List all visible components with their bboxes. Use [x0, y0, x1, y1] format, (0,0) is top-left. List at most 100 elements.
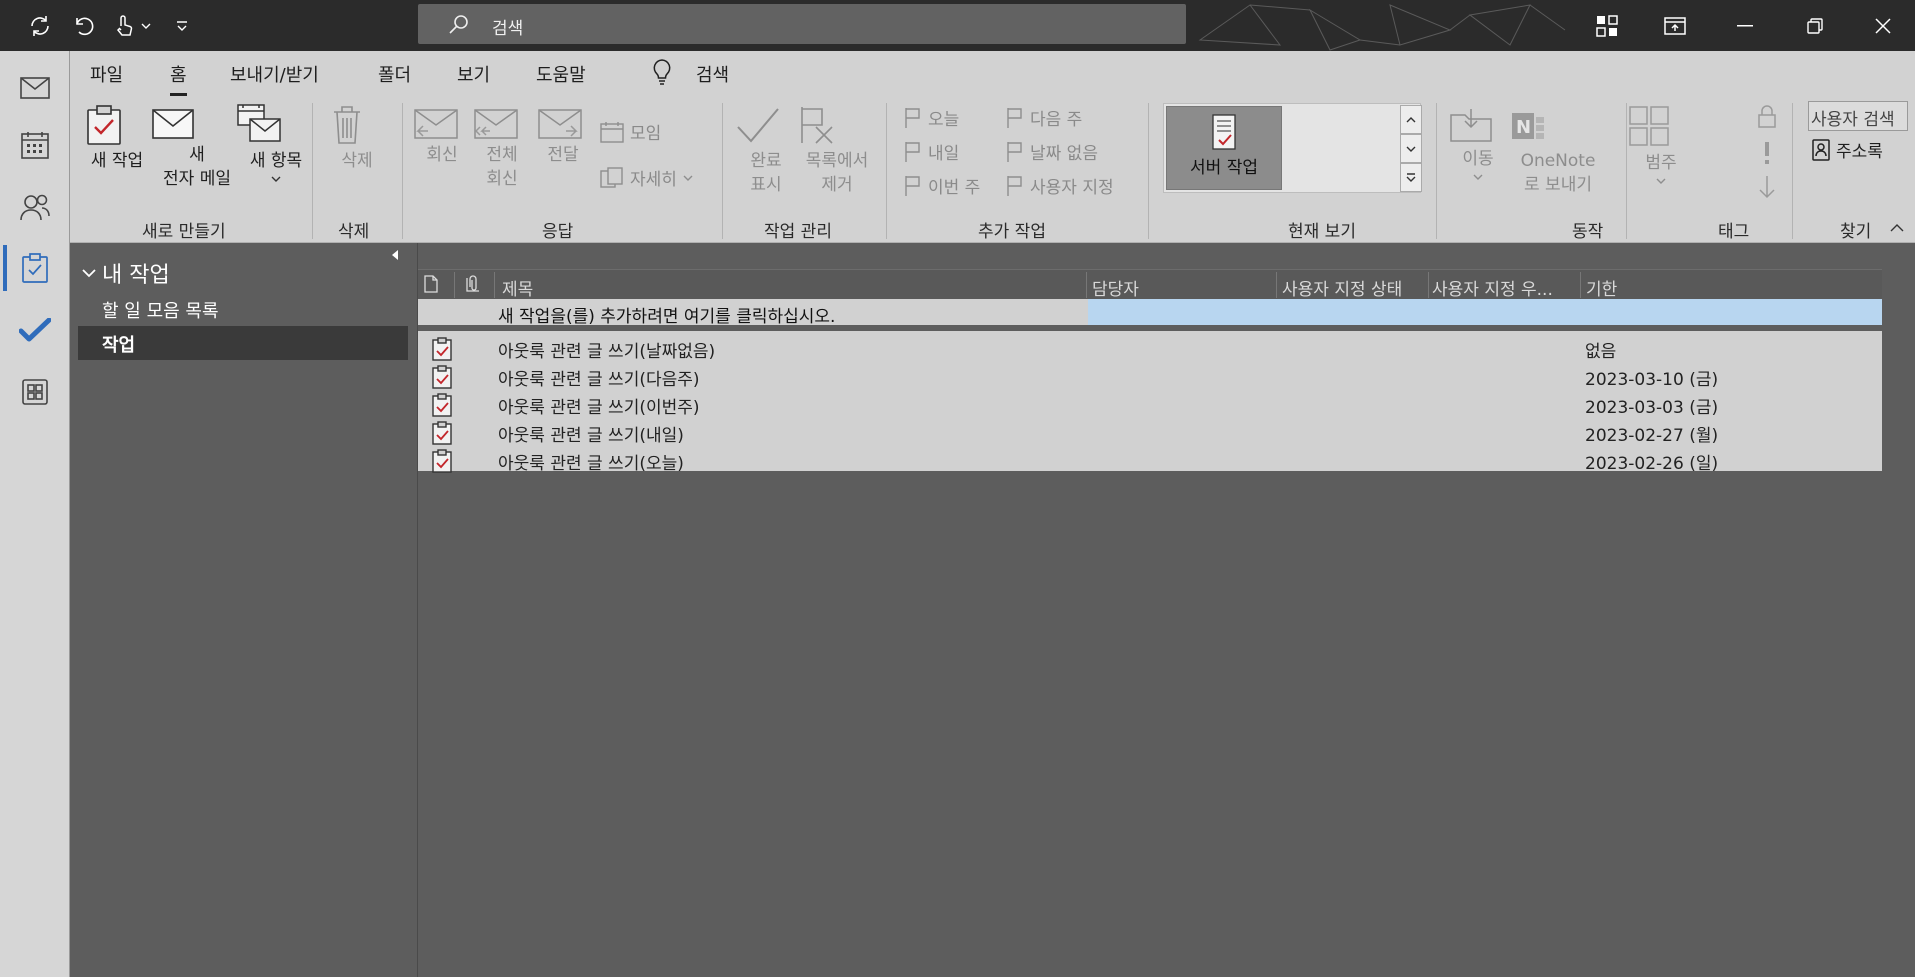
column-custom-status[interactable]: 사용자 지정 상태 — [1282, 275, 1402, 300]
flag-custom-button[interactable]: 사용자 지정 — [1006, 173, 1114, 198]
move-button[interactable]: 이동 — [1450, 107, 1506, 185]
reply-button[interactable]: 회신 — [414, 109, 470, 167]
my-tasks-title: 내 작업 — [102, 263, 170, 288]
more-respond-icon — [600, 166, 624, 189]
group-separator — [1436, 103, 1437, 239]
sync-icon[interactable] — [22, 0, 58, 51]
delete-button[interactable]: 삭제 — [332, 105, 382, 173]
flag-no-date-button[interactable]: 날짜 없음 — [1006, 139, 1098, 164]
mail-nav-button[interactable] — [0, 59, 70, 117]
remove-from-list-button[interactable]: 목록에서 제거 — [796, 105, 878, 197]
apps-nav-button[interactable] — [0, 363, 70, 421]
group-label-respond: 응답 — [542, 222, 574, 242]
task-icon — [432, 337, 452, 361]
tab-send-receive[interactable]: 보내기/받기 — [230, 61, 319, 87]
group-label-find: 찾기 — [1840, 222, 1872, 242]
lightbulb-icon[interactable] — [652, 59, 672, 85]
document-icon[interactable] — [424, 275, 438, 293]
flag-this-week-button[interactable]: 이번 주 — [904, 173, 980, 198]
tasks-nav-button[interactable] — [0, 239, 70, 297]
new-task-prompt[interactable]: 새 작업을(를) 추가하려면 여기를 클릭하십시오. — [498, 302, 835, 327]
low-importance-icon[interactable] — [1758, 175, 1776, 199]
new-items-button[interactable]: 새 항목 — [236, 103, 316, 187]
task-subject: 아웃룩 관련 글 쓰기(이번주) — [498, 398, 700, 418]
task-due-date: 2023-02-26 (일) — [1585, 454, 1719, 474]
flag-today-button[interactable]: 오늘 — [904, 105, 959, 130]
table-row[interactable]: 아웃룩 관련 글 쓰기(이번주) 2023-03-03 (금) — [418, 391, 1882, 419]
flag-tomorrow-button[interactable]: 내일 — [904, 139, 959, 164]
people-nav-button[interactable] — [0, 178, 70, 236]
tab-file[interactable]: 파일 — [90, 61, 123, 87]
gallery-expand[interactable] — [1400, 163, 1422, 192]
task-subject: 아웃룩 관련 글 쓰기(날짜없음) — [498, 342, 716, 362]
tell-me-search[interactable]: 검색 — [696, 61, 729, 87]
send-to-onenote-button[interactable]: N OneNote 로 보내기 — [1508, 111, 1608, 197]
group-separator — [722, 103, 723, 239]
column-owner[interactable]: 담당자 — [1092, 275, 1139, 300]
navigation-rail — [0, 51, 70, 977]
column-custom-priority[interactable]: 사용자 지정 우... — [1432, 275, 1553, 300]
table-row[interactable]: 아웃룩 관련 글 쓰기(내일) 2023-02-27 (월) — [418, 419, 1882, 447]
flag-icon — [1006, 175, 1024, 197]
undo-icon[interactable] — [66, 0, 102, 51]
title-bar: 검색 — [0, 0, 1915, 51]
server-tasks-view[interactable]: 서버 작업 — [1166, 106, 1282, 190]
reply-icon — [414, 109, 470, 139]
server-tasks-icon — [1209, 113, 1239, 151]
calendar-nav-button[interactable] — [0, 116, 70, 174]
address-book-button[interactable]: 주소록 — [1812, 137, 1883, 162]
table-row[interactable]: 아웃룩 관련 글 쓰기(날짜없음) 없음 — [418, 335, 1882, 363]
folder-tasks-selected[interactable]: 작업 — [78, 326, 408, 360]
attachment-icon[interactable] — [466, 275, 480, 293]
column-due-date[interactable]: 기한 — [1586, 275, 1617, 300]
touch-mode-icon[interactable] — [106, 0, 142, 51]
forward-button[interactable]: 전달 — [538, 109, 588, 167]
gallery-scroll-up[interactable] — [1400, 105, 1422, 134]
customize-toolbar-icon[interactable] — [170, 0, 194, 51]
new-task-row[interactable]: 새 작업을(를) 추가하려면 여기를 클릭하십시오. — [418, 299, 1882, 327]
ribbon-display-options-icon[interactable] — [1660, 0, 1690, 51]
my-tasks-header[interactable]: 내 작업 — [82, 257, 170, 289]
new-task-button[interactable]: 새 작업 — [86, 105, 148, 173]
minimize-icon[interactable] — [1730, 0, 1760, 51]
folder-todo-list[interactable]: 할 일 모음 목록 — [102, 297, 219, 323]
column-subject[interactable]: 제목 — [502, 275, 533, 300]
search-box[interactable]: 검색 — [418, 4, 1186, 44]
restore-icon[interactable] — [1800, 0, 1830, 51]
todo-nav-button[interactable] — [0, 301, 70, 359]
forward-label: 전달 — [547, 145, 579, 165]
new-email-button[interactable]: 새 전자 메일 — [152, 109, 242, 191]
tab-help[interactable]: 도움말 — [536, 61, 586, 87]
move-folder-icon — [1450, 107, 1506, 143]
coauthoring-icon[interactable] — [1592, 0, 1622, 51]
tab-view[interactable]: 보기 — [457, 61, 490, 87]
current-view-gallery[interactable]: 서버 작업 — [1163, 103, 1421, 193]
collapse-pane-icon[interactable] — [390, 249, 400, 261]
reply-all-button[interactable]: 전체 회신 — [474, 109, 530, 191]
tab-home[interactable]: 홈 — [170, 61, 187, 96]
forward-icon — [538, 109, 588, 139]
more-respond-button[interactable]: 자세히 — [600, 165, 693, 190]
chevron-down-icon[interactable] — [138, 0, 154, 51]
group-separator — [886, 103, 887, 239]
mark-complete-button[interactable]: 완료 표시 — [736, 107, 796, 197]
column-divider — [1580, 272, 1581, 298]
task-list: 제목 담당자 사용자 지정 상태 사용자 지정 우... 기한 새 작업을(를)… — [418, 243, 1915, 977]
meeting-button[interactable]: 모임 — [600, 119, 661, 144]
task-icon — [432, 393, 452, 417]
close-icon[interactable] — [1868, 0, 1898, 51]
high-importance-icon[interactable] — [1762, 141, 1772, 165]
collapse-ribbon-icon[interactable] — [1890, 223, 1904, 233]
group-separator — [402, 103, 403, 239]
table-row[interactable]: 아웃룩 관련 글 쓰기(다음주) 2023-03-10 (금) — [418, 363, 1882, 391]
group-label-manage: 작업 관리 — [764, 222, 832, 242]
gallery-scroll-down[interactable] — [1400, 134, 1422, 163]
reply-all-label-line2: 회신 — [486, 169, 518, 189]
search-people-field[interactable]: 사용자 검색 — [1808, 101, 1908, 131]
onenote-label-line2: 로 보내기 — [1524, 175, 1592, 195]
flag-next-week-button[interactable]: 다음 주 — [1006, 105, 1082, 130]
categorize-button[interactable]: 범주 — [1628, 105, 1694, 189]
tab-folder[interactable]: 폴더 — [378, 61, 411, 87]
task-subject: 아웃룩 관련 글 쓰기(오늘) — [498, 454, 684, 474]
table-row[interactable]: 아웃룩 관련 글 쓰기(오늘) 2023-02-26 (일) — [418, 447, 1882, 475]
